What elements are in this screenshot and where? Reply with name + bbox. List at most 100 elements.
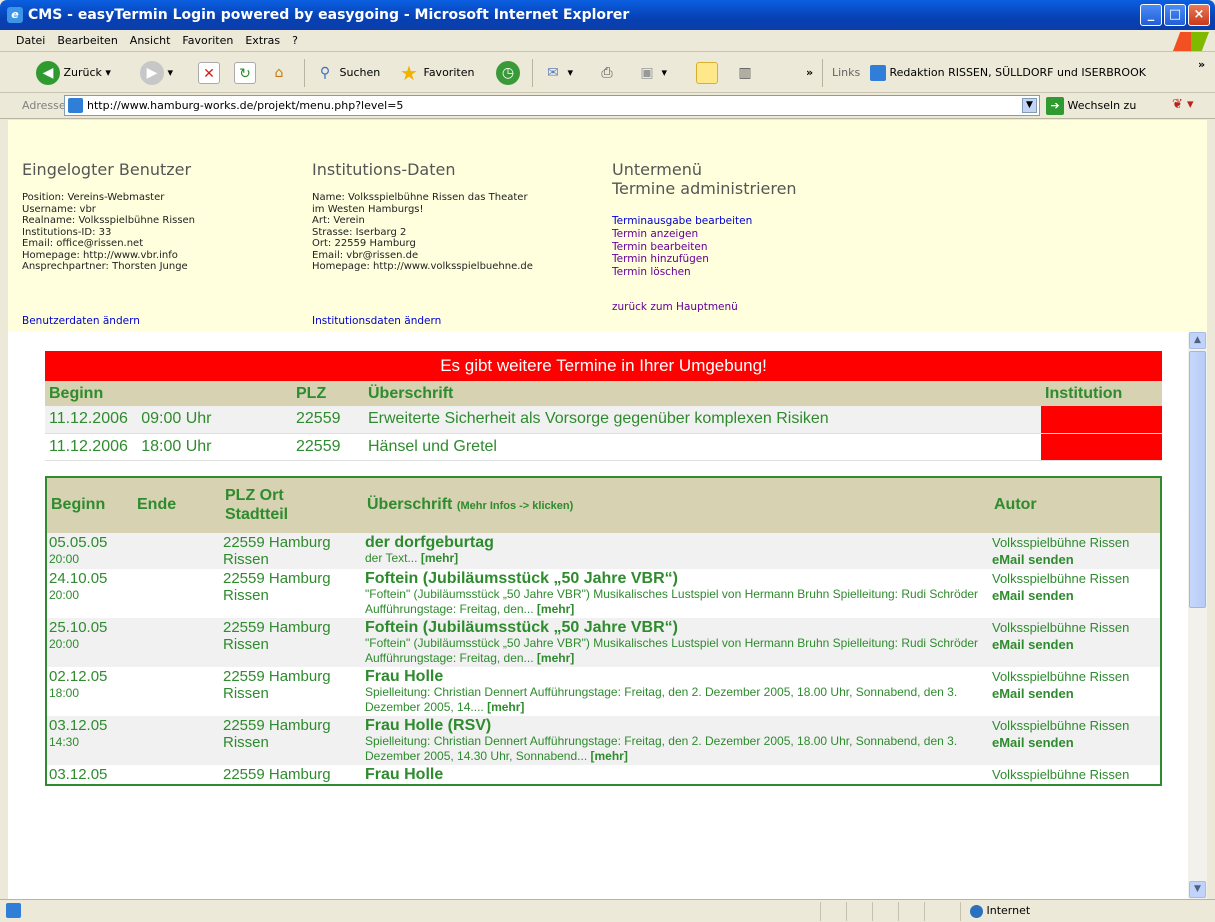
event-row[interactable]: 02.12.05 18:00 22559 Hamburg Rissen Frau H… bbox=[47, 666, 1160, 716]
col-institution: Institution bbox=[1041, 381, 1162, 406]
submenu-link-hinzufuegen[interactable]: Termin hinzufügen bbox=[612, 253, 752, 266]
links-overflow[interactable]: » bbox=[1198, 53, 1205, 77]
institution-edit-link[interactable]: Institutionsdaten ändern bbox=[312, 315, 441, 328]
event-title[interactable]: Frau Holle bbox=[365, 668, 988, 685]
links-label: Links bbox=[832, 66, 861, 79]
event-row[interactable]: 25.10.05 20:00 22559 Hamburg Rissen Foftei… bbox=[47, 617, 1160, 667]
event-title[interactable]: Foftein (Jubiläumsstück „50 Jahre VBR“) bbox=[365, 570, 988, 587]
edit-icon: ▣ bbox=[640, 65, 654, 81]
page-icon bbox=[68, 98, 83, 113]
send-mail-link[interactable]: eMail senden bbox=[992, 734, 1158, 751]
scroll-up-icon[interactable]: ▲ bbox=[1189, 332, 1206, 349]
go-button[interactable]: ➔ Wechseln zu bbox=[1046, 97, 1136, 115]
menu-favoriten[interactable]: Favoriten bbox=[176, 30, 239, 52]
institution-heading: Institutions-Daten bbox=[312, 160, 456, 179]
mail-button[interactable]: ✉ ▾ bbox=[542, 61, 573, 85]
page-icon bbox=[870, 65, 886, 81]
table-row[interactable]: 11.12.2006 18:00 Uhr 22559 Hänsel und Gr… bbox=[45, 433, 1162, 461]
col-beginn: Beginn bbox=[47, 477, 133, 533]
table-row[interactable]: 11.12.2006 09:00 Uhr 22559 Erweiterte Si… bbox=[45, 406, 1162, 434]
forward-arrow-icon: ▶ bbox=[140, 61, 164, 85]
star-icon: ★ bbox=[400, 61, 418, 85]
maximize-button[interactable]: □ bbox=[1164, 4, 1186, 26]
event-title[interactable]: Frau Holle (RSV) bbox=[365, 717, 988, 734]
event-title[interactable]: der dorfgeburtag bbox=[365, 534, 988, 551]
search-button[interactable]: ⚲ Suchen bbox=[314, 61, 380, 85]
submenu-link-bearbeiten[interactable]: Termin bearbeiten bbox=[612, 241, 752, 254]
chevron-down-icon[interactable]: ▼ bbox=[1022, 98, 1037, 113]
event-row[interactable]: 03.12.05 22559 Hamburg Frau Holle Volkss… bbox=[47, 764, 1160, 784]
address-input[interactable]: http://www.hamburg-works.de/projekt/menu… bbox=[64, 95, 1040, 116]
toolbar-overflow[interactable]: » bbox=[806, 61, 813, 85]
home-icon: ⌂ bbox=[274, 65, 284, 81]
favorites-button[interactable]: ★ Favoriten bbox=[398, 61, 474, 85]
more-link[interactable]: [mehr] bbox=[591, 749, 628, 763]
institution-details: Name: Volksspielbühne Rissen das Theater… bbox=[312, 192, 533, 272]
event-row[interactable]: 24.10.05 20:00 22559 Hamburg Rissen Foftei… bbox=[47, 568, 1160, 618]
back-button[interactable]: ◀ Zurück ▾ bbox=[36, 61, 111, 85]
scroll-down-icon[interactable]: ▼ bbox=[1189, 881, 1206, 898]
menu-ansicht[interactable]: Ansicht bbox=[124, 30, 177, 52]
col-ueberschrift: Überschrift (Mehr Infos -> klicken) bbox=[363, 477, 990, 533]
send-mail-link[interactable]: eMail senden bbox=[992, 636, 1158, 653]
address-bar: Adresse http://www.hamburg-works.de/proj… bbox=[0, 93, 1215, 119]
globe-icon bbox=[970, 904, 983, 918]
history-icon: ◷ bbox=[496, 61, 520, 85]
user-edit-link[interactable]: Benutzerdaten ändern bbox=[22, 315, 140, 328]
home-button[interactable]: ⌂ bbox=[268, 61, 290, 85]
menu-extras[interactable]: Extras bbox=[239, 30, 286, 52]
scroll-thumb[interactable] bbox=[1189, 351, 1206, 608]
refresh-button[interactable]: ↻ bbox=[234, 61, 256, 85]
more-link[interactable]: [mehr] bbox=[537, 651, 574, 665]
page-icon bbox=[6, 903, 21, 918]
links-item[interactable]: Redaktion RISSEN, SÜLLDORF und ISERBROOK bbox=[870, 61, 1146, 85]
events-header-row: Beginn Ende PLZ Ort Stadtteil Überschrift… bbox=[47, 477, 1160, 533]
menu-datei[interactable]: Datei bbox=[0, 30, 51, 52]
translate-icon[interactable]: ❦ ▾ bbox=[1172, 97, 1194, 112]
menu-bearbeiten[interactable]: Bearbeiten bbox=[51, 30, 123, 52]
print-icon: ⎙ bbox=[601, 65, 613, 81]
research-icon: ▥ bbox=[738, 65, 752, 81]
send-mail-link[interactable]: eMail senden bbox=[992, 551, 1158, 568]
event-row[interactable]: 03.12.05 14:30 22559 Hamburg Rissen Frau H… bbox=[47, 715, 1160, 765]
vertical-scrollbar[interactable]: ▲ ▼ bbox=[1188, 332, 1207, 899]
forward-button[interactable]: ▶ ▾ bbox=[140, 61, 173, 85]
history-button[interactable]: ◷ bbox=[496, 61, 520, 85]
browser-window: e CMS - easyTermin Login powered by easy… bbox=[0, 0, 1215, 922]
discuss-button[interactable] bbox=[696, 61, 718, 85]
nearby-table: Beginn PLZ Überschrift Institution 11.12… bbox=[45, 381, 1162, 461]
send-mail-link[interactable]: eMail senden bbox=[992, 587, 1158, 604]
close-button[interactable]: × bbox=[1188, 4, 1210, 26]
events-area: Es gibt weitere Termine in Ihrer Umgebun… bbox=[45, 351, 1162, 786]
title-bar: e CMS - easyTermin Login powered by easy… bbox=[0, 0, 1215, 30]
toolbar: ◀ Zurück ▾ ▶ ▾ ✕ ↻ ⌂ ⚲ Suchen ★ Favorite… bbox=[0, 53, 1215, 93]
menu-help[interactable]: ? bbox=[286, 30, 304, 52]
event-row[interactable]: 05.05.05 20:00 22559 Hamburg Rissen der do… bbox=[47, 532, 1160, 569]
search-icon: ⚲ bbox=[319, 65, 331, 81]
messenger-button[interactable]: ▥ bbox=[734, 61, 756, 85]
more-link[interactable]: [mehr] bbox=[421, 551, 458, 565]
mail-icon: ✉ bbox=[547, 65, 559, 81]
more-link[interactable]: [mehr] bbox=[537, 602, 574, 616]
submenu-links: Terminausgabe bearbeiten Termin anzeigen… bbox=[612, 215, 752, 279]
refresh-icon: ↻ bbox=[234, 62, 256, 84]
back-to-main-link[interactable]: zurück zum Hauptmenü bbox=[612, 301, 738, 314]
note-icon bbox=[696, 62, 718, 84]
minimize-button[interactable]: _ bbox=[1140, 4, 1162, 26]
user-details: Position: Vereins-Webmaster Username: vbr… bbox=[22, 192, 196, 272]
submenu-link-ausgabe[interactable]: Terminausgabe bearbeiten bbox=[612, 215, 752, 228]
col-beginn: Beginn bbox=[45, 381, 292, 406]
event-title[interactable]: Foftein (Jubiläumsstück „50 Jahre VBR“) bbox=[365, 619, 988, 636]
more-link[interactable]: [mehr] bbox=[487, 700, 524, 714]
submenu-link-anzeigen[interactable]: Termin anzeigen bbox=[612, 228, 752, 241]
print-button[interactable]: ⎙ bbox=[596, 61, 618, 85]
stop-button[interactable]: ✕ bbox=[198, 61, 220, 85]
go-arrow-icon: ➔ bbox=[1046, 97, 1064, 115]
col-plz: PLZ bbox=[292, 381, 364, 406]
institution-cell bbox=[1041, 433, 1162, 461]
submenu-link-loeschen[interactable]: Termin löschen bbox=[612, 266, 752, 279]
event-title[interactable]: Frau Holle bbox=[365, 766, 988, 783]
address-label: Adresse bbox=[22, 99, 66, 112]
send-mail-link[interactable]: eMail senden bbox=[992, 685, 1158, 702]
edit-button[interactable]: ▣ ▾ bbox=[636, 61, 667, 85]
